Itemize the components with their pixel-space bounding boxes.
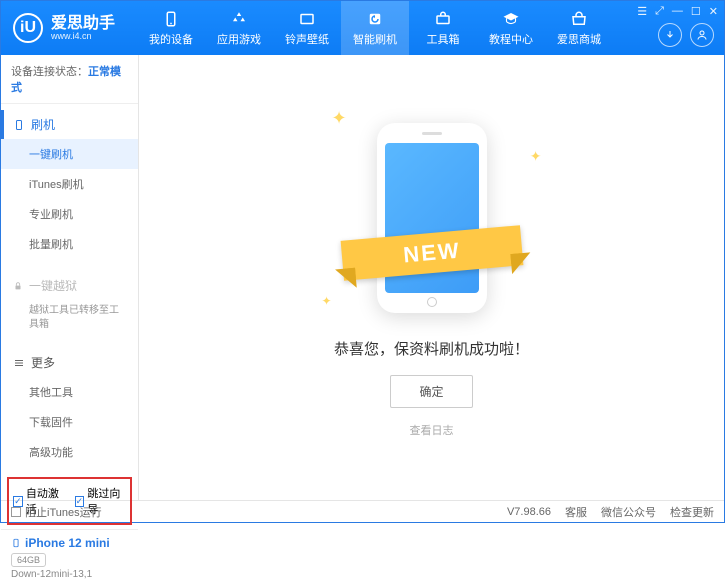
toolbox-icon: [434, 10, 452, 28]
phone-icon: [11, 536, 21, 550]
tab-my-device[interactable]: 我的设备: [137, 1, 205, 55]
tab-label: 教程中心: [489, 31, 533, 47]
sidebar-item-oneclick-flash[interactable]: 一键刷机: [1, 139, 138, 169]
app-title: 爱思助手: [51, 16, 115, 32]
device-storage: 64GB: [11, 553, 46, 567]
logo-icon: iU: [13, 13, 43, 43]
checkbox-block-itunes[interactable]: [11, 507, 21, 517]
tab-tutorial[interactable]: 教程中心: [477, 1, 545, 55]
tab-flash[interactable]: 智能刷机: [341, 1, 409, 55]
jailbreak-note: 越狱工具已转移至工具箱: [1, 300, 138, 336]
star-icon: ✦: [530, 148, 542, 165]
tab-store[interactable]: 爱思商城: [545, 1, 613, 55]
new-banner: NEW: [340, 225, 523, 281]
download-button[interactable]: [658, 23, 682, 47]
tab-label: 应用游戏: [217, 31, 261, 47]
tab-ringtone[interactable]: 铃声壁纸: [273, 1, 341, 55]
star-icon: ✦: [332, 108, 347, 129]
tab-label: 工具箱: [427, 31, 460, 47]
tab-label: 铃声壁纸: [285, 31, 329, 47]
sidebar-more-header[interactable]: 更多: [1, 348, 138, 377]
sidebar-item-pro-flash[interactable]: 专业刷机: [1, 199, 138, 229]
sidebar-flash-header[interactable]: 刷机: [1, 110, 138, 139]
apps-icon: [230, 10, 248, 28]
wechat-link[interactable]: 微信公众号: [601, 504, 656, 520]
device-info[interactable]: iPhone 12 mini 64GB Down-12mini-13,1: [1, 529, 138, 586]
header-right-buttons: [658, 23, 714, 47]
main-content: ✦ ✦ ✦ NEW 恭喜您，保资料刷机成功啦！ 确定 查看日志: [139, 55, 724, 500]
version-label: V7.98.66: [507, 506, 551, 518]
sidebar-item-itunes-flash[interactable]: iTunes刷机: [1, 169, 138, 199]
phone-illustration: ✦ ✦ ✦ NEW: [362, 118, 502, 318]
list-icon: [13, 357, 25, 369]
block-itunes-label: 阻止iTunes运行: [25, 504, 102, 520]
app-url: www.i4.cn: [51, 32, 115, 41]
service-link[interactable]: 客服: [565, 504, 587, 520]
success-message: 恭喜您，保资料刷机成功啦！: [334, 338, 529, 359]
close-icon[interactable]: ✕: [709, 5, 718, 18]
window-controls: ☰ ⤢ — ☐ ✕: [637, 5, 718, 18]
device-model: Down-12mini-13,1: [11, 569, 128, 580]
store-icon: [570, 10, 588, 28]
tab-apps[interactable]: 应用游戏: [205, 1, 273, 55]
star-icon: ✦: [322, 294, 332, 308]
sidebar-item-other-tools[interactable]: 其他工具: [1, 377, 138, 407]
update-link[interactable]: 检查更新: [670, 504, 714, 520]
connection-status: 设备连接状态：正常模式: [1, 55, 138, 104]
menu-icon[interactable]: ☰: [637, 5, 647, 18]
pin-icon[interactable]: ⤢: [655, 5, 664, 18]
sidebar-item-batch-flash[interactable]: 批量刷机: [1, 229, 138, 259]
refresh-icon: [366, 10, 384, 28]
tab-label: 智能刷机: [353, 31, 397, 47]
tab-label: 我的设备: [149, 31, 193, 47]
phone-icon: [162, 10, 180, 28]
app-header: iU 爱思助手 www.i4.cn 我的设备 应用游戏 铃声壁纸 智能刷机 工具…: [1, 1, 724, 55]
nav-tabs: 我的设备 应用游戏 铃声壁纸 智能刷机 工具箱 教程中心 爱思商城: [137, 1, 613, 55]
lock-icon: [13, 281, 23, 291]
ok-button[interactable]: 确定: [390, 375, 472, 408]
sidebar-item-advanced[interactable]: 高级功能: [1, 437, 138, 467]
wallpaper-icon: [298, 10, 316, 28]
device-name: iPhone 12 mini: [11, 536, 128, 550]
view-log-link[interactable]: 查看日志: [410, 422, 454, 438]
tab-toolbox[interactable]: 工具箱: [409, 1, 477, 55]
sidebar-jailbreak-header: 一键越狱: [1, 271, 138, 300]
logo-area: iU 爱思助手 www.i4.cn: [1, 13, 127, 43]
maximize-icon[interactable]: ☐: [691, 5, 701, 18]
graduation-icon: [502, 10, 520, 28]
phone-icon: [13, 119, 25, 131]
sidebar-item-download-fw[interactable]: 下载固件: [1, 407, 138, 437]
sidebar: 设备连接状态：正常模式 刷机 一键刷机 iTunes刷机 专业刷机 批量刷机 一…: [1, 55, 139, 500]
minimize-icon[interactable]: —: [672, 5, 683, 18]
tab-label: 爱思商城: [557, 31, 601, 47]
user-button[interactable]: [690, 23, 714, 47]
